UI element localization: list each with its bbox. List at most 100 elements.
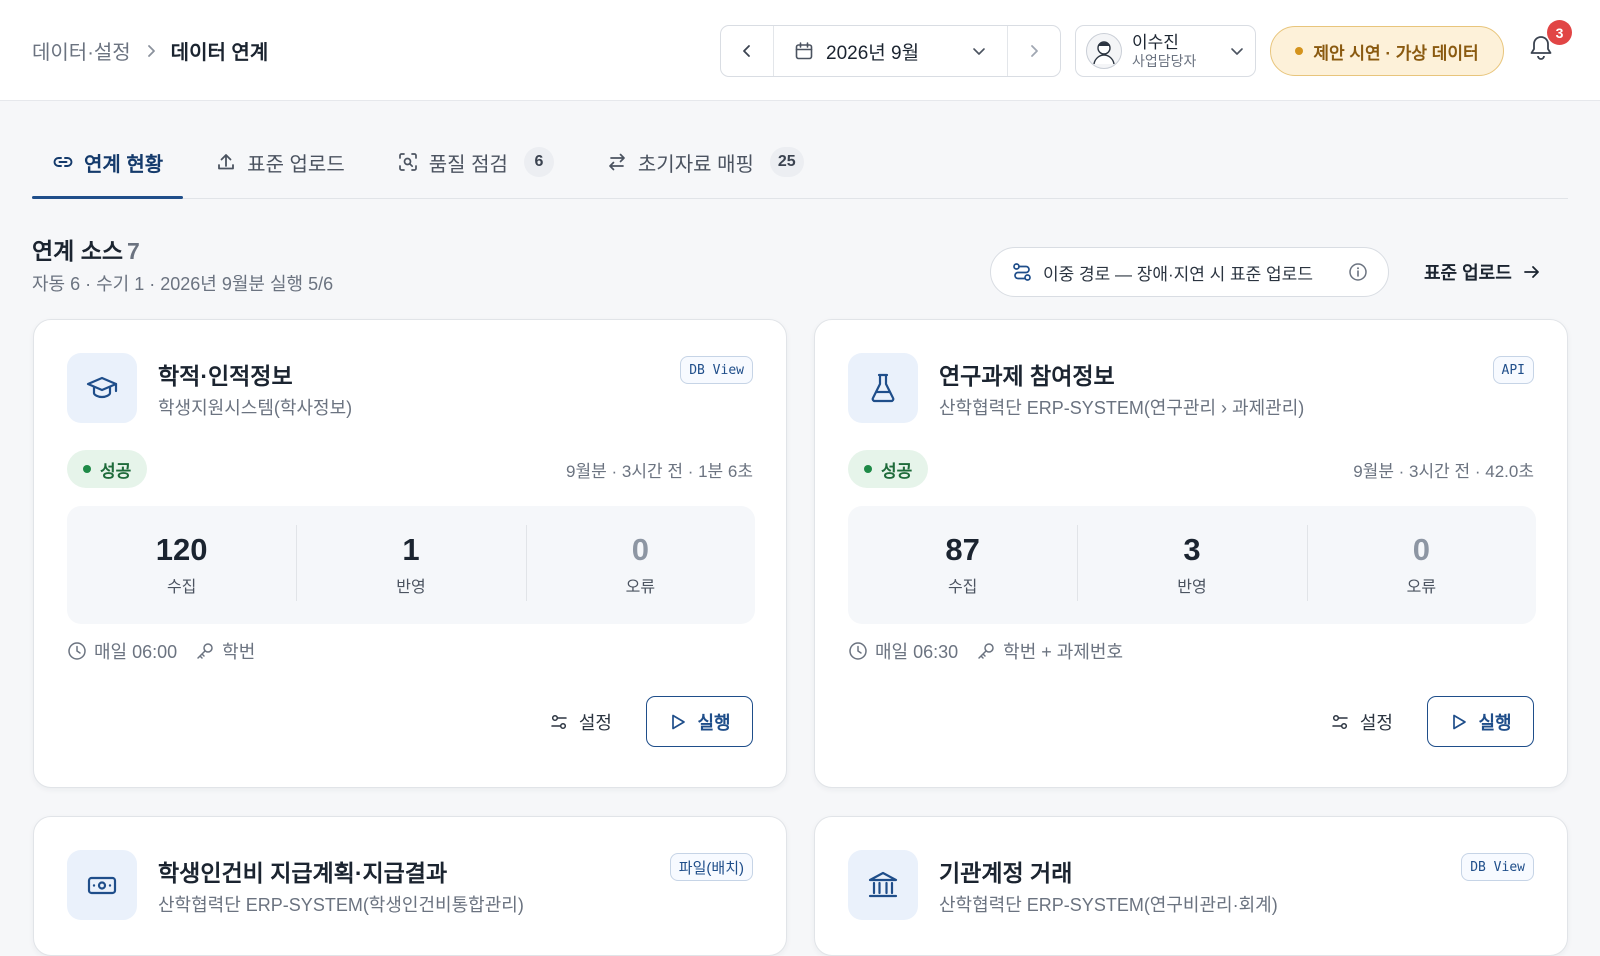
stat-applied: 1 반영 <box>296 524 525 602</box>
source-card: 기관계정 거래 산학협력단 ERP-SYSTEM(연구비관리·회계) DB Vi… <box>814 816 1568 956</box>
banknote-icon <box>67 850 137 920</box>
clock-icon <box>68 642 86 660</box>
user-menu[interactable]: 이수진 사업담당자 <box>1075 25 1256 77</box>
source-card: 학생인건비 지급계획·지급결과 산학협력단 ERP-SYSTEM(학생인건비통합… <box>33 816 787 956</box>
stat-label: 반영 <box>396 579 426 597</box>
clock-icon <box>849 642 867 660</box>
period-selector: 2026년 9월 <box>720 25 1061 77</box>
demo-data-badge: 제안 시연 · 가상 데이터 <box>1270 26 1504 76</box>
stat-value: 120 <box>155 531 208 567</box>
notification-count-badge: 3 <box>1547 20 1572 45</box>
stat-value: 3 <box>1183 531 1201 567</box>
run-label: 실행 <box>1478 712 1512 733</box>
demo-badge-label: 제안 시연 · 가상 데이터 <box>1313 43 1479 63</box>
tab-standard-upload[interactable]: 표준 업로드 <box>195 126 365 198</box>
chevron-right-icon <box>1031 45 1038 57</box>
section-title-label: 연계 소스 <box>32 238 124 264</box>
stat-label: 반영 <box>1177 579 1207 597</box>
avatar <box>1086 33 1122 69</box>
source-system: 산학협력단 ERP-SYSTEM(연구관리 › 과제관리) <box>939 398 1305 418</box>
standard-upload-link[interactable]: 표준 업로드 <box>1424 259 1542 285</box>
status-dot <box>864 465 872 473</box>
settings-button[interactable]: 설정 <box>1330 709 1393 735</box>
tab-quality-check[interactable]: 품질 점검 6 <box>377 126 574 198</box>
info-icon <box>1349 263 1367 281</box>
stat-label: 오류 <box>625 579 656 597</box>
source-type-chip: 파일(배치) <box>669 853 753 881</box>
route-note: 이중 경로 — 장애·지연 시 표준 업로드 <box>1043 264 1313 284</box>
dual-route-info[interactable]: 이중 경로 — 장애·지연 시 표준 업로드 <box>990 247 1389 297</box>
card-actions: 설정 실행 <box>1330 696 1534 747</box>
tab-initial-mapping[interactable]: 초기자료 매핑 25 <box>586 126 824 198</box>
run-button[interactable]: 실행 <box>646 696 753 747</box>
period-dropdown[interactable]: 2026년 9월 <box>773 26 1008 76</box>
match-key-text: 학번 + 과제번호 <box>1003 642 1124 662</box>
schedule-text: 매일 06:30 <box>875 642 959 662</box>
graduation-cap-icon <box>67 353 137 423</box>
chevron-down-icon <box>1231 48 1243 55</box>
play-icon <box>1453 714 1467 729</box>
key-icon <box>197 643 213 659</box>
stat-collected: 87 수집 <box>848 532 1077 597</box>
status-badge: 성공 <box>67 450 148 488</box>
status-label: 성공 <box>100 461 132 481</box>
run-label: 실행 <box>697 712 731 733</box>
arrow-right-icon <box>1523 266 1539 278</box>
breadcrumb-current: 데이터 연계 <box>170 42 269 64</box>
tab-bar: 연계 현황 표준 업로드 품질 점검 6 초기자료 매핑 25 <box>32 126 1568 199</box>
top-bar: 데이터·설정 데이터 연계 2026년 9월 이수진 사업담당자 제안 시연 · <box>0 0 1600 101</box>
match-key-text: 학번 <box>222 642 256 662</box>
source-meta: 매일 06:00 학번 <box>67 638 255 664</box>
calendar-icon <box>795 42 813 60</box>
stat-errors: 0 오류 <box>525 524 755 602</box>
chevron-right-icon <box>145 44 157 58</box>
link-icon <box>53 157 73 167</box>
key-icon <box>978 643 994 659</box>
source-title: 기관계정 거래 <box>939 860 1073 886</box>
section-count: 7 <box>127 238 140 264</box>
card-actions: 설정 실행 <box>549 696 753 747</box>
source-card: 연구과제 참여정보 산학협력단 ERP-SYSTEM(연구관리 › 과제관리) … <box>814 319 1568 788</box>
last-run-info: 9월분 · 3시간 전 · 1분 6초 <box>566 462 753 481</box>
prev-period-button[interactable] <box>721 26 773 76</box>
scan-icon <box>398 153 417 171</box>
schedule-text: 매일 06:00 <box>94 642 178 662</box>
settings-label: 설정 <box>1359 712 1393 733</box>
stats-panel: 87 수집 3 반영 0 오류 <box>848 506 1536 624</box>
breadcrumb-parent[interactable]: 데이터·설정 <box>32 36 131 65</box>
section-title: 연계 소스 7 <box>32 232 140 266</box>
route-icon <box>1013 263 1031 281</box>
breadcrumb: 데이터·설정 데이터 연계 <box>32 36 268 65</box>
source-system: 학생지원시스템(학사정보) <box>158 398 353 418</box>
flask-icon <box>848 353 918 423</box>
section-subtitle: 자동 6 · 수기 1 · 2026년 9월분 실행 5/6 <box>32 274 334 294</box>
tab-integration-status[interactable]: 연계 현황 <box>32 126 184 199</box>
settings-label: 설정 <box>578 712 612 733</box>
stat-value: 1 <box>402 531 420 567</box>
stat-collected: 120 수집 <box>67 531 296 597</box>
source-meta: 매일 06:30 학번 + 과제번호 <box>848 638 1123 664</box>
settings-button[interactable]: 설정 <box>549 709 612 735</box>
stat-value: 0 <box>1412 531 1430 567</box>
source-type-chip: DB View <box>1461 853 1534 881</box>
period-value: 2026년 9월 <box>826 42 920 64</box>
source-system: 산학협력단 ERP-SYSTEM(학생인건비통합관리) <box>158 895 524 915</box>
source-title: 연구과제 참여정보 <box>939 363 1115 389</box>
user-role: 사업담당자 <box>1132 52 1197 69</box>
stats-panel: 120 수집 1 반영 0 오류 <box>67 506 755 624</box>
source-title: 학생인건비 지급계획·지급결과 <box>158 860 448 886</box>
stat-label: 수집 <box>166 579 197 597</box>
status-badge: 성공 <box>848 450 929 488</box>
status-dot <box>83 465 91 473</box>
source-type-chip: API <box>1492 356 1534 384</box>
stat-value: 0 <box>631 531 649 567</box>
next-period-button[interactable] <box>1008 26 1060 76</box>
swap-icon <box>609 153 625 171</box>
status-label: 성공 <box>881 461 913 481</box>
run-button[interactable]: 실행 <box>1427 696 1534 747</box>
chevron-down-icon <box>973 48 985 55</box>
tab-label: 품질 점검 <box>428 153 508 176</box>
stat-label: 수집 <box>947 579 978 597</box>
tab-label: 표준 업로드 <box>247 153 345 176</box>
source-system: 산학협력단 ERP-SYSTEM(연구비관리·회계) <box>939 895 1278 915</box>
